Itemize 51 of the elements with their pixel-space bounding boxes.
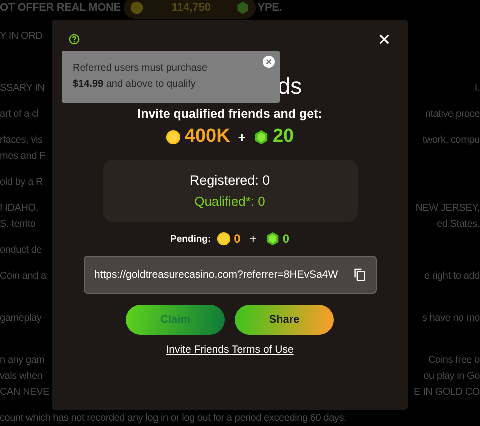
background-text: twork, compu [422,134,480,146]
gem-icon [254,130,269,144]
coin-icon [217,232,232,246]
background-text: NEW JERSEY, [416,202,480,214]
background-text: rfaces, vis [0,134,43,146]
background-text: gameplay [0,312,42,324]
gem-icon [236,1,250,15]
background-text: ed States. [436,218,480,230]
background-text: ntative proce [425,108,480,120]
plus-sign: + [238,130,246,144]
close-icon[interactable] [379,34,390,44]
background-text: E IN GOLD CO [414,386,480,398]
qualified-count: Qualified*: 0 [194,194,266,209]
gem-icon [266,232,280,246]
coin-reward: 400K [184,126,230,148]
background-text: SSARY IN [0,82,45,94]
referral-link-field[interactable]: https://goldtreasurecasino.com?referrer=8HEvSa4W [84,256,376,294]
copy-icon[interactable] [354,268,366,282]
background-text: CAN NEVE [0,386,50,398]
registered-count: Registered: 0 [190,173,270,188]
background-text: S. territo [0,218,36,230]
coin-icon [130,1,144,15]
background-text: count which has not recorded any log in or log out for a period exceeding 60 days. [0,412,347,424]
background-text: old by a R [0,176,44,188]
background-text: s have no mo [422,312,480,324]
pending-gems: 0 [282,232,290,246]
background-text: Coin and a [0,270,46,282]
coin-icon [166,130,181,144]
background-text: f IDAHO, [0,202,38,214]
tooltip-text: Referred users must purchase $14.99 and above to qualify [73,62,209,92]
background-text: mes and F [0,150,46,162]
background-text: Coins free o [428,354,480,366]
background-text: ou play in Go [424,370,480,382]
terms-link[interactable]: Invite Friends Terms of Use [166,344,294,356]
background-text: I. [474,82,480,94]
background-text: Y IN ORD [0,30,43,42]
background-text: n any gam [0,354,45,366]
balance-amount: 114,750 [172,2,212,14]
help-icon[interactable] [69,34,80,44]
pending-label: Pending: [170,234,212,244]
background-text: YPE. [258,2,282,14]
background-text: onduct de [0,244,42,256]
background-text: art of a cl [0,108,39,120]
background-text: OT OFFER REAL MONE [0,2,121,14]
plus-sign: + [250,232,257,246]
background-text: e right to add [424,270,480,282]
background-text: vals when [0,370,43,382]
pending-coins: 0 [234,232,241,246]
gem-reward: 20 [272,126,294,148]
invite-subtitle: Invite qualified friends and get: [138,107,322,121]
share-button[interactable]: Share [235,305,334,335]
